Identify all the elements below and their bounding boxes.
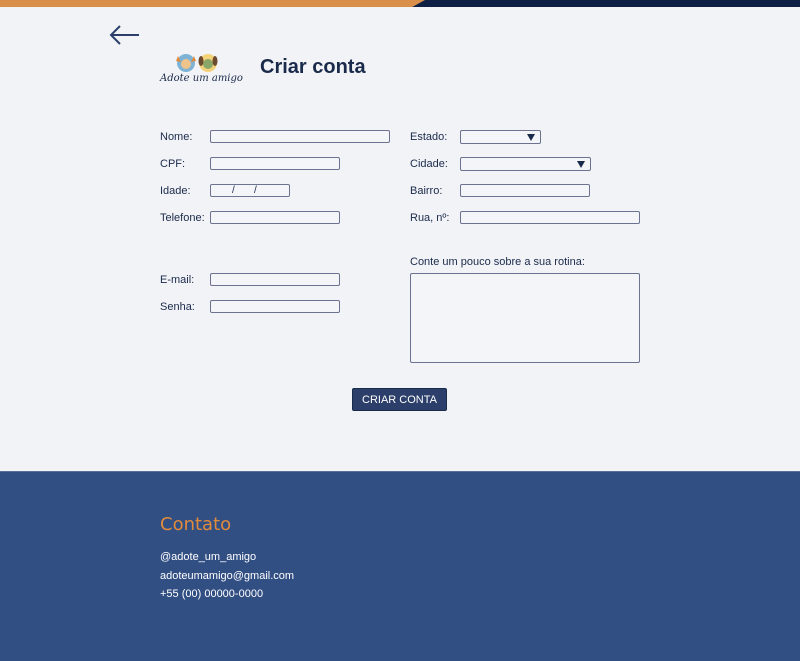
date-separator-1: / [232, 185, 235, 196]
nome-label: Nome: [160, 131, 193, 143]
bairro-input[interactable] [460, 184, 590, 197]
top-accent-bar [0, 0, 800, 7]
telefone-label: Telefone: [160, 212, 205, 224]
rua-input[interactable] [460, 211, 640, 224]
rotina-label: Conte um pouco sobre a sua rotina: [410, 256, 585, 268]
cpf-label: CPF: [160, 158, 186, 170]
senha-input[interactable] [210, 300, 340, 313]
chevron-down-icon [577, 161, 585, 168]
footer-email: adoteumamigo@gmail.com [160, 570, 295, 582]
criar-conta-button[interactable]: CRIAR CONTA [352, 388, 447, 411]
page-title: Criar conta [260, 56, 366, 78]
footer [0, 471, 800, 661]
bairro-label: Bairro: [410, 185, 443, 197]
idade-label: Idade: [160, 185, 191, 197]
cidade-label: Cidade: [410, 158, 448, 170]
logo-text: Adote um amigo [160, 73, 243, 84]
email-input[interactable] [210, 273, 340, 286]
back-arrow-icon[interactable] [108, 24, 142, 46]
rua-label: Rua, nº: [410, 212, 450, 224]
footer-phone: +55 (00) 00000-0000 [160, 588, 264, 600]
footer-instagram: @adote_um_amigo [160, 551, 257, 563]
cidade-select[interactable] [460, 157, 591, 171]
telefone-input[interactable] [210, 211, 340, 224]
footer-contact-title: Contato [160, 514, 232, 535]
date-separator-2: / [254, 185, 257, 196]
senha-label: Senha: [160, 301, 195, 313]
estado-select[interactable] [460, 130, 541, 144]
top-accent-orange [0, 0, 425, 7]
idade-date-input[interactable]: / / [210, 184, 290, 197]
cpf-input[interactable] [210, 157, 340, 170]
estado-label: Estado: [410, 131, 448, 143]
nome-input[interactable] [210, 130, 390, 143]
rotina-textarea[interactable] [410, 273, 640, 363]
chevron-down-icon [527, 134, 535, 141]
email-label: E-mail: [160, 274, 195, 286]
